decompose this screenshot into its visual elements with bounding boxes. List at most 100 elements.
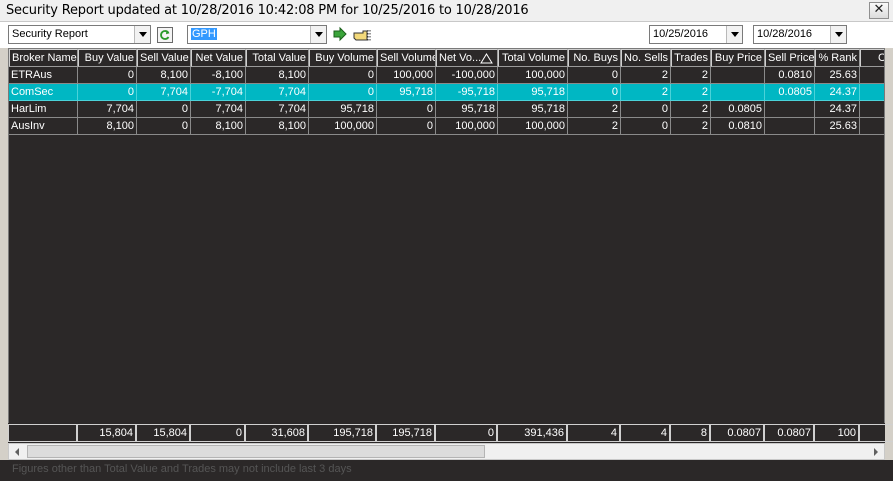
total-call xyxy=(859,424,893,442)
date-from-value: 10/25/2016 xyxy=(653,28,709,40)
date-from-picker[interactable]: 10/25/2016 xyxy=(649,25,743,44)
cell-buy-volume: 100,000 xyxy=(309,118,377,135)
cell-broker-name: ETRAus xyxy=(9,67,78,84)
horizontal-scrollbar[interactable] xyxy=(8,443,885,460)
cell-no-buys: 0 xyxy=(568,67,621,84)
total-rank: 100 xyxy=(814,424,859,442)
column-header-call[interactable]: Call xyxy=(860,49,884,67)
column-header-broker-name[interactable]: Broker Name xyxy=(9,49,78,67)
total-buy-value: 15,804 xyxy=(77,424,136,442)
column-header-no-buys[interactable]: No. Buys xyxy=(568,49,621,67)
cell-total-value: 7,704 xyxy=(246,84,309,101)
column-header-sell-value[interactable]: Sell Value xyxy=(137,49,191,67)
cell-net-vo: 100,000 xyxy=(436,118,498,135)
chevron-down-icon[interactable] xyxy=(310,26,326,43)
report-type-select[interactable]: Security Report xyxy=(8,25,151,44)
date-to-value: 10/28/2016 xyxy=(757,28,813,40)
total-no-buys: 4 xyxy=(567,424,620,442)
table-row[interactable]: ComSec 0 7,704 -7,704 7,704 0 95,718 -95,718 95,… xyxy=(9,84,884,101)
cell-sell-price: 0.0805 xyxy=(765,84,815,101)
scrollbar-thumb[interactable] xyxy=(27,445,485,458)
total-sell-price: 0.0807 xyxy=(764,424,814,442)
table-row[interactable]: HarLim 7,704 0 7,704 7,704 95,718 0 95,718 95,71… xyxy=(9,101,884,118)
cell-buy-volume: 0 xyxy=(309,67,377,84)
cell-total-volume: 100,000 xyxy=(498,67,568,84)
cell-buy-price xyxy=(711,84,765,101)
cell-call xyxy=(860,101,884,118)
date-to-picker[interactable]: 10/28/2016 xyxy=(753,25,847,44)
column-header-sell-price[interactable]: Sell Price xyxy=(765,49,815,67)
cell-broker-name: HarLim xyxy=(9,101,78,118)
column-header-total-value[interactable]: Total Value xyxy=(246,49,309,67)
status-bar: Figures other than Total Value and Trade… xyxy=(0,460,893,481)
cell-sell-volume: 95,718 xyxy=(377,84,436,101)
cell-net-value: -8,100 xyxy=(191,67,246,84)
column-header-sell-volume[interactable]: Sell Volume xyxy=(377,49,436,67)
cell-no-sells: 2 xyxy=(621,67,671,84)
cell-no-buys: 2 xyxy=(568,101,621,118)
total-net-vo: 0 xyxy=(435,424,497,442)
cell-no-buys: 2 xyxy=(568,118,621,135)
cell-net-vo: -100,000 xyxy=(436,67,498,84)
security-code-input[interactable]: GPH xyxy=(187,25,327,44)
totals-row: 15,804 15,804 0 31,608 195,718 195,718 0 391,43… xyxy=(8,423,893,443)
cell-rank: 25.63 xyxy=(815,118,860,135)
total-no-sells: 4 xyxy=(620,424,670,442)
grid-header: Broker Name Buy Value Sell Value Net Value T… xyxy=(9,49,884,67)
hand-pointer-icon[interactable] xyxy=(352,26,371,44)
refresh-icon[interactable] xyxy=(156,26,174,44)
scroll-left-icon[interactable] xyxy=(9,444,26,459)
cell-buy-price: 0.0805 xyxy=(711,101,765,118)
cell-sell-volume: 0 xyxy=(377,101,436,118)
close-button[interactable]: ✕ xyxy=(869,2,889,19)
cell-trades: 2 xyxy=(671,67,711,84)
column-header-buy-volume[interactable]: Buy Volume xyxy=(309,49,377,67)
cell-buy-volume: 0 xyxy=(309,84,377,101)
total-total-value: 31,608 xyxy=(245,424,308,442)
column-header-buy-price[interactable]: Buy Price xyxy=(711,49,765,67)
report-type-value: Security Report xyxy=(12,28,88,40)
cell-trades: 2 xyxy=(671,84,711,101)
cell-call xyxy=(860,67,884,84)
column-header-net-value[interactable]: Net Value xyxy=(191,49,246,67)
chevron-down-icon[interactable] xyxy=(726,26,742,43)
column-header-net-vo[interactable]: Net Vo... xyxy=(436,49,498,67)
cell-broker-name: ComSec xyxy=(9,84,78,101)
title-bar: Security Report updated at 10/28/2016 10… xyxy=(0,0,893,22)
broker-grid[interactable]: Broker Name Buy Value Sell Value Net Value T… xyxy=(8,48,885,448)
cell-buy-volume: 95,718 xyxy=(309,101,377,118)
cell-buy-price xyxy=(711,67,765,84)
chevron-down-icon[interactable] xyxy=(830,26,846,43)
total-total-volume: 391,436 xyxy=(497,424,567,442)
cell-sell-volume: 0 xyxy=(377,118,436,135)
cell-total-value: 8,100 xyxy=(246,67,309,84)
window-title: Security Report updated at 10/28/2016 10… xyxy=(6,3,529,18)
total-buy-volume: 195,718 xyxy=(308,424,376,442)
cell-buy-price: 0.0810 xyxy=(711,118,765,135)
column-header-no-sells[interactable]: No. Sells xyxy=(621,49,671,67)
table-row[interactable]: ETRAus 0 8,100 -8,100 8,100 0 100,000 -100,000 1… xyxy=(9,67,884,84)
cell-total-volume: 100,000 xyxy=(498,118,568,135)
total-buy-price: 0.0807 xyxy=(710,424,764,442)
cell-trades: 2 xyxy=(671,118,711,135)
column-header-total-volume[interactable]: Total Volume xyxy=(498,49,568,67)
total-trades: 8 xyxy=(670,424,710,442)
total-sell-volume: 195,718 xyxy=(376,424,435,442)
chevron-down-icon[interactable] xyxy=(134,26,150,43)
total-net-value: 0 xyxy=(190,424,245,442)
security-code-value: GPH xyxy=(191,28,217,40)
cell-total-value: 7,704 xyxy=(246,101,309,118)
cell-sell-price xyxy=(765,101,815,118)
scroll-right-icon[interactable] xyxy=(867,444,884,459)
cell-net-value: 8,100 xyxy=(191,118,246,135)
cell-sell-price xyxy=(765,118,815,135)
go-arrow-icon[interactable] xyxy=(331,26,349,44)
column-header-trades[interactable]: Trades xyxy=(671,49,711,67)
table-row[interactable]: AusInv 8,100 0 8,100 8,100 100,000 0 100,000 100… xyxy=(9,118,884,135)
column-header-buy-value[interactable]: Buy Value xyxy=(78,49,137,67)
cell-total-volume: 95,718 xyxy=(498,101,568,118)
toolbar: Security Report GPH 10/25/2016 10/28/201… xyxy=(0,22,893,48)
cell-call xyxy=(860,84,884,101)
column-header-rank[interactable]: % Rank xyxy=(815,49,860,67)
cell-sell-volume: 100,000 xyxy=(377,67,436,84)
